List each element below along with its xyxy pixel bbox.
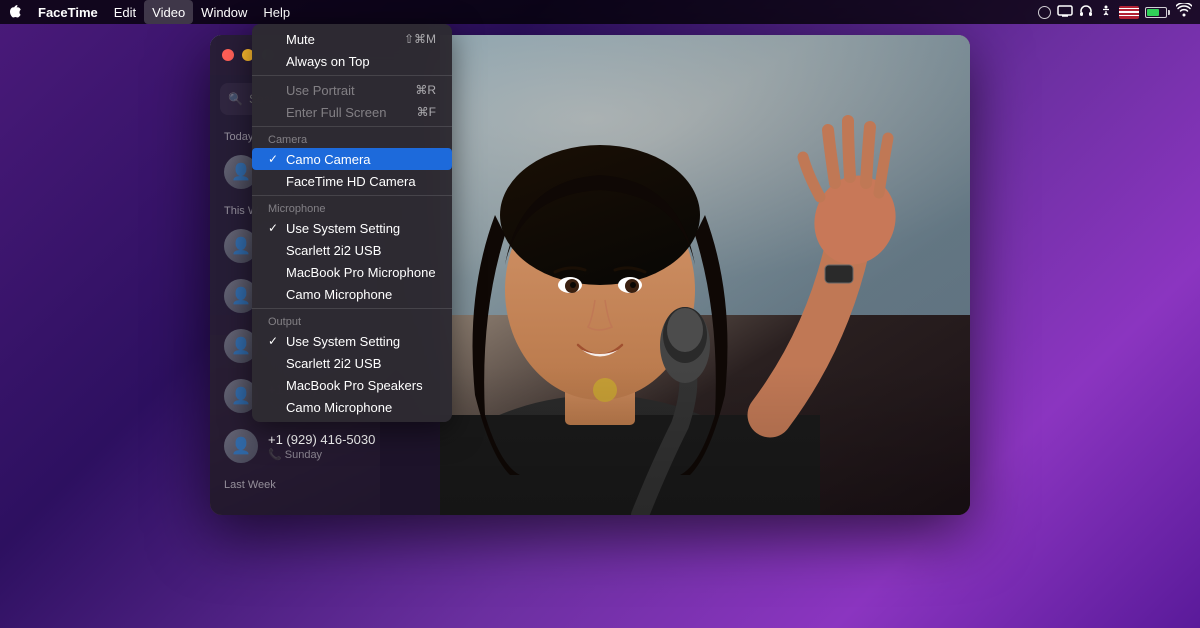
battery-icon [1145, 7, 1170, 18]
menu-label-facetime-camera: FaceTime HD Camera [286, 174, 436, 189]
menu-item-macbook-mic[interactable]: MacBook Pro Microphone [252, 261, 452, 283]
contact-phone: +1 (929) 416-5030 [268, 432, 426, 447]
contact-date: 📞 Sunday [268, 448, 426, 461]
menu-separator-2 [252, 126, 452, 127]
menu-bar: FaceTime Edit Video Window Help [0, 0, 1200, 24]
menu-item-mute[interactable]: Mute ⇧⌘M [252, 28, 452, 50]
menubar-window[interactable]: Window [193, 0, 255, 24]
wifi-icon [1176, 3, 1192, 22]
output-section-header: Output [252, 312, 452, 330]
menubar-facetime[interactable]: FaceTime [30, 0, 106, 24]
traffic-light-close[interactable] [222, 49, 234, 61]
checkmark-output-system: ✓ [268, 334, 282, 348]
menu-item-mic-system[interactable]: ✓ Use System Setting [252, 217, 452, 239]
menu-item-camo-output[interactable]: Camo Microphone [252, 396, 452, 418]
menubar-video[interactable]: Video [144, 0, 193, 24]
menu-label-macbook-speakers: MacBook Pro Speakers [286, 378, 436, 393]
camera-section-header: Camera [252, 130, 452, 148]
menu-shortcut-portrait: ⌘R [415, 83, 436, 97]
status-circle-icon [1038, 6, 1051, 19]
menubar-help[interactable]: Help [255, 0, 298, 24]
checkmark-camo-camera: ✓ [268, 152, 282, 166]
menu-item-always-on-top[interactable]: Always on Top [252, 50, 452, 72]
screen-share-icon [1057, 5, 1073, 20]
menubar-edit[interactable]: Edit [106, 0, 144, 24]
menu-item-output-system[interactable]: ✓ Use System Setting [252, 330, 452, 352]
accessibility-icon [1099, 4, 1113, 21]
menu-item-camo-camera[interactable]: ✓ Camo Camera [252, 148, 452, 170]
menu-item-camo-mic[interactable]: Camo Microphone [252, 283, 452, 305]
menu-label-fullscreen: Enter Full Screen [286, 105, 417, 120]
menu-label-use-portrait: Use Portrait [286, 83, 415, 98]
menu-label-camo-mic: Camo Microphone [286, 287, 436, 302]
menu-shortcut-mute: ⇧⌘M [404, 32, 436, 46]
search-icon: 🔍 [228, 92, 243, 106]
flag-icon [1119, 6, 1139, 19]
menu-separator-4 [252, 308, 452, 309]
list-item[interactable]: 👤 +1 (929) 416-5030 📞 Sunday [210, 421, 440, 471]
menu-label-scarlett-mic: Scarlett 2i2 USB [286, 243, 436, 258]
menu-label-camo-camera: Camo Camera [286, 152, 436, 167]
apple-menu[interactable] [8, 5, 22, 19]
menu-shortcut-fullscreen: ⌘F [417, 105, 436, 119]
avatar: 👤 [224, 429, 258, 463]
menu-item-scarlett-output[interactable]: Scarlett 2i2 USB [252, 352, 452, 374]
menu-item-scarlett-mic[interactable]: Scarlett 2i2 USB [252, 239, 452, 261]
menu-label-output-system: Use System Setting [286, 334, 436, 349]
menu-separator-1 [252, 75, 452, 76]
menu-label-always-on-top: Always on Top [286, 54, 436, 69]
menu-label-camo-output: Camo Microphone [286, 400, 436, 415]
section-lastweek-label: Last Week [210, 471, 440, 495]
video-dropdown-menu: Mute ⇧⌘M Always on Top Use Portrait ⌘R E… [252, 24, 452, 422]
menu-item-facetime-camera[interactable]: FaceTime HD Camera [252, 170, 452, 192]
menu-item-macbook-speakers[interactable]: MacBook Pro Speakers [252, 374, 452, 396]
menu-item-use-portrait[interactable]: Use Portrait ⌘R [252, 79, 452, 101]
checkmark-mic-system: ✓ [268, 221, 282, 235]
menu-item-fullscreen[interactable]: Enter Full Screen ⌘F [252, 101, 452, 123]
menu-label-scarlett-output: Scarlett 2i2 USB [286, 356, 436, 371]
menu-label-mic-system: Use System Setting [286, 221, 436, 236]
microphone-section-header: Microphone [252, 199, 452, 217]
menubar-status-area [1038, 3, 1192, 22]
headphones-icon [1079, 4, 1093, 21]
menu-label-mute: Mute [286, 32, 404, 47]
menu-separator-3 [252, 195, 452, 196]
menu-label-macbook-mic: MacBook Pro Microphone [286, 265, 436, 280]
